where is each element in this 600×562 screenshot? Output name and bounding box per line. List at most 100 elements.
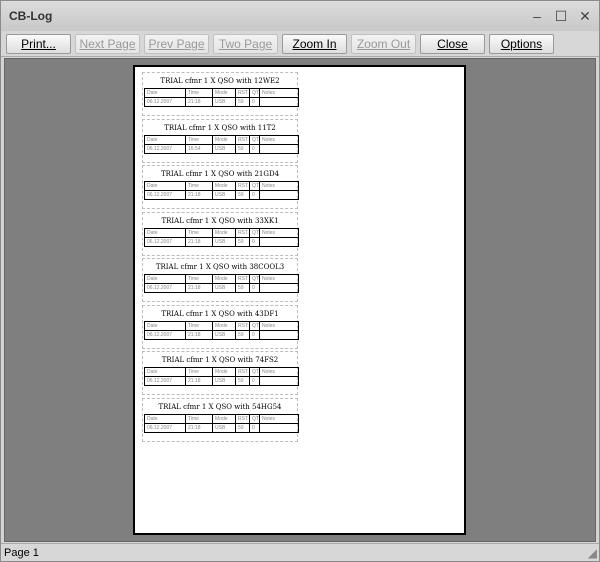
two-page-button[interactable]: Two Page <box>213 34 278 54</box>
qsl-card-title: TRIAL cfmr 1 X QSO with 21GD4 <box>160 170 280 178</box>
table-cell <box>259 190 299 200</box>
qsl-card-table: DateTimeModeRSTQTHNotes 06.12.200716:54US… <box>144 134 299 154</box>
table-header-cell: Time <box>185 181 213 191</box>
table-header-cell: QTH <box>249 227 260 238</box>
table-cell <box>259 422 299 433</box>
table-cell: 59 <box>235 376 250 386</box>
title-bar[interactable]: CB-Log – ☐ ✕ <box>1 1 599 31</box>
page-indicator: Page 1 <box>4 547 39 559</box>
table-header-cell: QTH <box>249 274 260 284</box>
table-header-cell: QTH <box>249 88 260 98</box>
table-cell <box>259 283 299 293</box>
table-header-cell: Mode <box>212 413 236 424</box>
qsl-card-title: TRIAL cfmr 1 X QSO with 33XK1 <box>161 216 279 225</box>
table-cell: USB <box>212 422 236 433</box>
table-cell: USB <box>212 376 236 386</box>
table-header-cell: Date <box>144 367 186 377</box>
qsl-card: TRIAL cfmr 1 X QSO with 21GD4 Date Time Mod… <box>142 165 299 209</box>
table-cell <box>259 329 299 340</box>
window-title: CB-Log <box>9 9 53 23</box>
table-cell: 59 <box>235 236 250 247</box>
minimize-icon[interactable]: – <box>527 7 547 25</box>
table-cell: USB <box>212 329 236 340</box>
table-cell: 21:18 <box>185 190 213 200</box>
table-header-cell: QTH <box>249 181 260 191</box>
qsl-card-title: TRIAL cfmr 1 X QSO with 43DF1 <box>161 309 279 318</box>
next-page-button[interactable]: Next Page <box>75 34 140 54</box>
table-header-cell: Notes <box>259 227 299 238</box>
table-cell: 21:18 <box>185 422 213 433</box>
table-header-cell: Date <box>144 227 186 238</box>
table-cell: 06.12.2007 <box>144 422 186 433</box>
qsl-card-table: DateTimeModeRSTQTHNotes 06.12.200721:18US… <box>144 413 299 433</box>
qsl-card-table: DateTimeModeRSTQTHNotes 06.12.200721:18US… <box>144 320 299 340</box>
print-button[interactable]: Print... <box>6 34 71 54</box>
table-header-cell: Mode <box>212 227 236 238</box>
zoom-out-button[interactable]: Zoom Out <box>351 34 416 54</box>
table-cell <box>259 376 299 386</box>
table-cell: 21:18 <box>185 376 213 386</box>
table-cell <box>259 97 299 107</box>
table-cell <box>259 143 299 154</box>
table-cell: 06.12.2007 <box>144 236 186 247</box>
app-window: CB-Log – ☐ ✕ Print... Next Page Prev Pag… <box>0 0 600 562</box>
table-header-cell: Notes <box>259 134 299 145</box>
qsl-card-title: TRIAL cfmr 1 X QSO with 12WE2 <box>160 77 280 85</box>
preview-page: TRIAL cfmr 1 X QSO with 12WE2 Date Time Mod… <box>133 65 466 535</box>
preview-viewport[interactable]: TRIAL cfmr 1 X QSO with 12WE2 Date Time Mod… <box>4 58 596 542</box>
table-header-cell: Time <box>185 134 213 145</box>
table-cell: 0 <box>249 422 260 433</box>
table-header-cell: Time <box>185 88 213 98</box>
table-cell: 0 <box>249 236 260 247</box>
table-cell: 21:18 <box>185 329 213 340</box>
toolbar: Print... Next Page Prev Page Two Page Zo… <box>1 31 599 57</box>
options-button[interactable]: Options <box>489 34 554 54</box>
close-button[interactable]: Close <box>420 34 485 54</box>
table-header-cell: QTH <box>249 367 260 377</box>
table-cell: 06.12.2007 <box>144 329 186 340</box>
table-header-cell: RST <box>235 227 250 238</box>
table-cell: 0 <box>249 329 260 340</box>
table-cell: USB <box>212 283 236 293</box>
table-header-cell: Mode <box>212 367 236 377</box>
qsl-card: TRIAL cfmr 1 X QSO with 54HG54 Date Time Mo… <box>142 397 299 442</box>
table-header-cell: Notes <box>259 320 299 331</box>
zoom-in-button[interactable]: Zoom In <box>282 34 347 54</box>
table-cell <box>259 236 299 247</box>
qsl-card-title: TRIAL cfmr 1 X QSO with 11T2 <box>164 123 276 132</box>
table-cell: 0 <box>249 97 260 107</box>
table-cell: 06.12.2007 <box>144 190 186 200</box>
table-header-cell: Mode <box>212 134 236 145</box>
table-header-cell: Notes <box>259 88 299 98</box>
table-cell: 0 <box>249 283 260 293</box>
resize-grip-icon[interactable]: ◢ <box>588 546 597 560</box>
table-cell: 06.12.2007 <box>144 97 186 107</box>
table-header-cell: Date <box>144 320 186 331</box>
table-cell: 16:54 <box>185 143 213 154</box>
table-header-cell: RST <box>235 274 250 284</box>
table-cell: 0 <box>249 143 260 154</box>
table-header-cell: Mode <box>212 181 236 191</box>
table-header-cell: Mode <box>212 274 236 284</box>
table-header-cell: QTH <box>249 134 260 145</box>
table-cell: USB <box>212 236 236 247</box>
table-cell: USB <box>212 190 236 200</box>
close-icon[interactable]: ✕ <box>575 7 595 25</box>
table-cell: 59 <box>235 97 250 107</box>
table-header-cell: Date <box>144 274 186 284</box>
maximize-icon[interactable]: ☐ <box>551 7 571 25</box>
table-cell: 06.12.2007 <box>144 143 186 154</box>
table-header-cell: RST <box>235 181 250 191</box>
table-cell: 59 <box>235 283 250 293</box>
qsl-card: TRIAL cfmr 1 X QSO with 74FS2 Date Time Mod… <box>142 351 299 395</box>
qsl-card-table: DateTimeModeRSTQTHNotes 06.12.200721:18US… <box>144 88 299 107</box>
qsl-card-table: DateTimeModeRSTQTHNotes 06.12.200721:18US… <box>144 227 299 247</box>
qsl-card-table: DateTimeModeRSTQTHNotes 06.12.200721:18US… <box>144 367 299 386</box>
table-cell: 06.12.2007 <box>144 283 186 293</box>
table-header-cell: RST <box>235 413 250 424</box>
table-cell: USB <box>212 143 236 154</box>
prev-page-button[interactable]: Prev Page <box>144 34 209 54</box>
window-controls: – ☐ ✕ <box>527 7 595 25</box>
table-header-cell: RST <box>235 367 250 377</box>
table-header-cell: Mode <box>212 320 236 331</box>
